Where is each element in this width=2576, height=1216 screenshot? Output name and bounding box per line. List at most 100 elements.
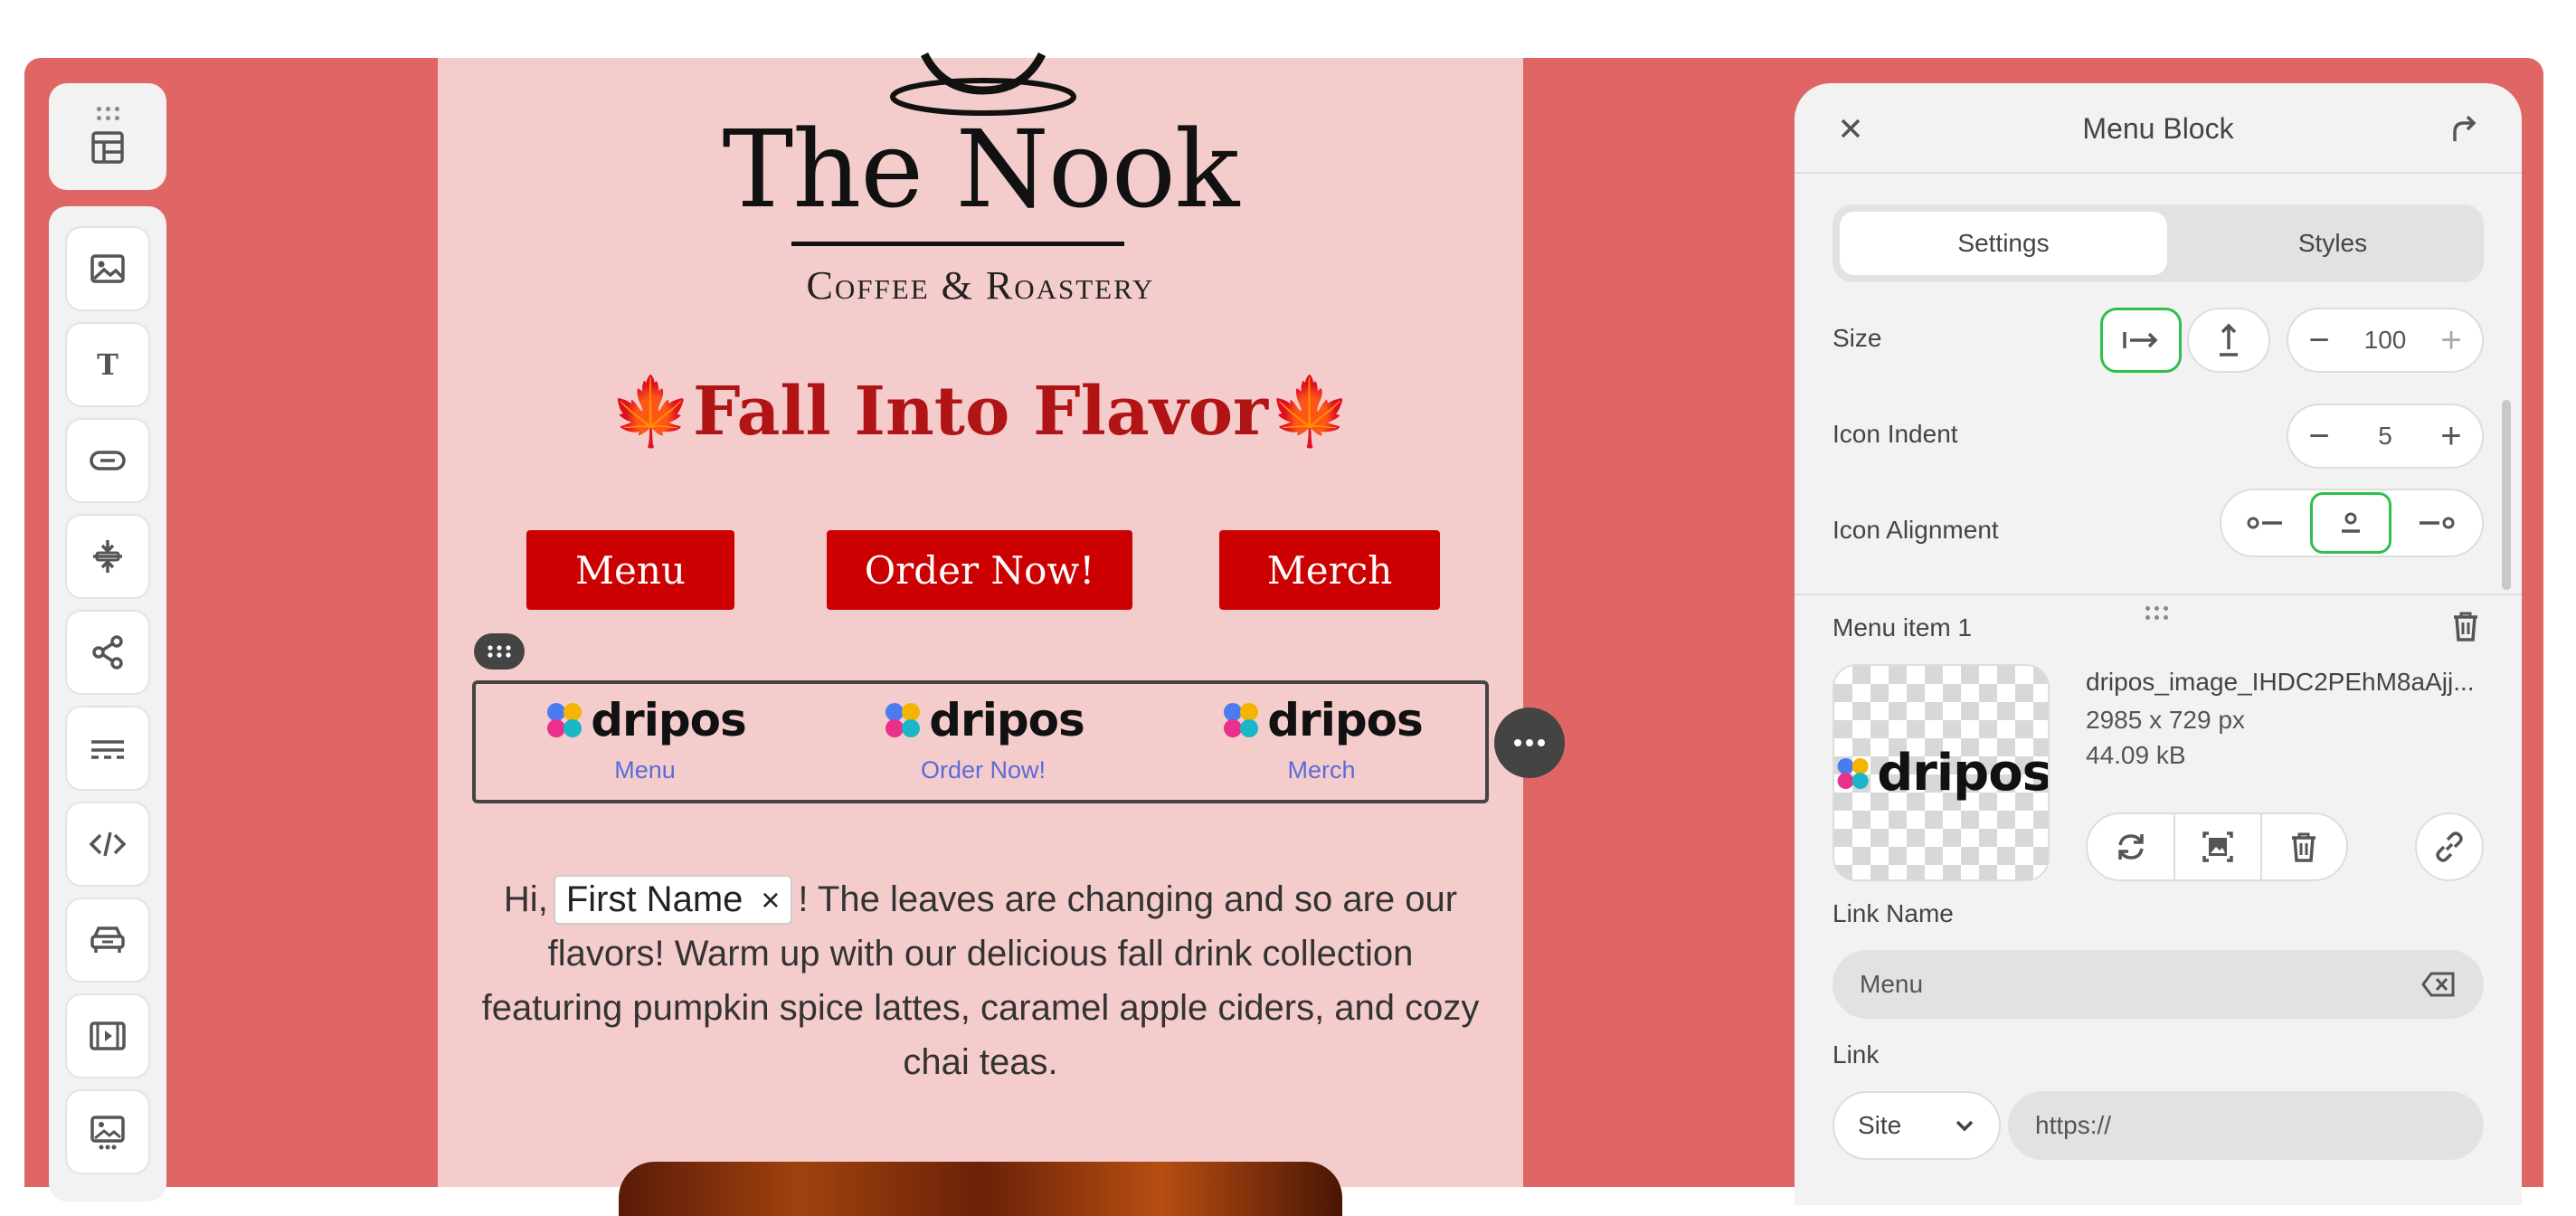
size-height-button[interactable] bbox=[2187, 308, 2270, 373]
button-block-button[interactable] bbox=[65, 418, 150, 503]
icon-alignment-group bbox=[2220, 489, 2484, 557]
fit-height-icon bbox=[2220, 323, 2238, 356]
dripos-logo: dripos bbox=[1834, 744, 2050, 803]
logo-wordmark: dripos bbox=[591, 694, 746, 746]
panel-header: Menu Block bbox=[1795, 83, 2522, 174]
share-icon bbox=[92, 635, 123, 670]
brand-subtitle: Coffee & Roastery bbox=[806, 263, 1155, 308]
gallery-block-button[interactable] bbox=[65, 1089, 150, 1174]
delivery-block-button[interactable] bbox=[65, 898, 150, 983]
size-value[interactable]: 100 bbox=[2364, 326, 2407, 355]
grip-icon[interactable] bbox=[96, 106, 119, 120]
clear-input-icon[interactable] bbox=[2420, 970, 2457, 999]
delete-image-button[interactable] bbox=[2259, 814, 2346, 879]
block-drag-handle[interactable] bbox=[474, 633, 525, 670]
align-right-icon bbox=[2420, 517, 2455, 529]
align-center-button[interactable] bbox=[2310, 492, 2391, 554]
image-block-button[interactable] bbox=[65, 226, 150, 311]
dripos-flower-icon bbox=[1837, 757, 1869, 789]
menu-block[interactable]: dripos Menu dripos Order Now! dripos Mer… bbox=[472, 680, 1489, 803]
size-width-button[interactable] bbox=[2100, 308, 2182, 373]
fit-width-icon bbox=[2123, 332, 2158, 348]
greeting-text: Hi, bbox=[503, 879, 548, 919]
block-toolbar: T bbox=[49, 206, 166, 1202]
code-block-button[interactable] bbox=[65, 802, 150, 887]
menu-item-label[interactable]: Order Now! bbox=[814, 756, 1152, 784]
trash-icon bbox=[2292, 832, 2316, 862]
code-icon bbox=[89, 831, 127, 857]
minus-icon[interactable]: − bbox=[2305, 418, 2334, 454]
divider-block-button[interactable] bbox=[65, 706, 150, 791]
merge-tag-label: First Name bbox=[565, 879, 743, 919]
menu-block-item[interactable]: dripos Order Now! bbox=[814, 691, 1152, 796]
link-type-value: Site bbox=[1858, 1111, 1902, 1139]
link-url-placeholder[interactable]: https:// bbox=[2035, 1111, 2111, 1140]
plus-icon[interactable]: + bbox=[2437, 322, 2466, 358]
minus-icon[interactable]: − bbox=[2305, 322, 2334, 358]
link-icon bbox=[2436, 831, 2463, 862]
order-now-cta-button[interactable]: Order Now! bbox=[827, 530, 1132, 610]
menu-cta-button[interactable]: Menu bbox=[526, 530, 734, 610]
text-block-button[interactable]: T bbox=[65, 322, 150, 407]
align-center-icon bbox=[2342, 512, 2360, 533]
email-paragraph[interactable]: Hi, First Name ×! The leaves are changing … bbox=[478, 872, 1483, 1089]
plus-icon[interactable]: + bbox=[2437, 418, 2466, 454]
panel-scrollbar[interactable] bbox=[2502, 400, 2511, 590]
align-left-icon bbox=[2247, 517, 2282, 529]
merge-tag-remove-icon[interactable]: × bbox=[761, 881, 780, 918]
tab-settings[interactable]: Settings bbox=[1840, 212, 2167, 275]
link-type-select[interactable]: Site bbox=[1833, 1091, 2001, 1160]
dripos-flower-icon bbox=[547, 703, 582, 737]
dripos-flower-icon bbox=[1224, 703, 1259, 737]
icon-indent-value[interactable]: 5 bbox=[2378, 422, 2392, 451]
image-edit-icon bbox=[2202, 831, 2233, 862]
panel-title: Menu Block bbox=[2082, 112, 2234, 145]
more-dots-icon bbox=[1514, 739, 1545, 746]
image-file-name: dripos_image_IHDC2PEhM8aAjj... bbox=[2086, 668, 2475, 696]
trash-icon[interactable] bbox=[2448, 608, 2484, 644]
spacer-block-button[interactable] bbox=[65, 514, 150, 599]
icon-indent-stepper[interactable]: − 5 + bbox=[2287, 404, 2484, 469]
block-settings-panel: Menu Block Settings Styles Size − 100 + … bbox=[1795, 83, 2522, 1205]
align-left-button[interactable] bbox=[2225, 492, 2306, 554]
image-file-size: 44.09 kB bbox=[2086, 741, 2186, 769]
grip-icon[interactable] bbox=[2145, 606, 2168, 620]
video-icon bbox=[90, 1021, 126, 1050]
crop-image-button[interactable] bbox=[2174, 814, 2259, 879]
menu-item-label[interactable]: Merch bbox=[1152, 756, 1491, 784]
menu-item-label[interactable]: Menu bbox=[476, 756, 814, 784]
link-label: Link bbox=[1833, 1040, 1880, 1069]
align-right-button[interactable] bbox=[2395, 492, 2477, 554]
icon-indent-label: Icon Indent bbox=[1833, 420, 1958, 448]
layout-icon[interactable] bbox=[88, 128, 128, 167]
social-block-button[interactable] bbox=[65, 610, 150, 695]
export-icon[interactable] bbox=[2446, 110, 2482, 147]
chevron-down-icon bbox=[1956, 1120, 1974, 1132]
size-stepper[interactable]: − 100 + bbox=[2287, 308, 2484, 373]
menu-item-image-thumbnail[interactable]: dripos bbox=[1833, 664, 2050, 881]
video-block-button[interactable] bbox=[65, 993, 150, 1078]
link-name-value[interactable]: Menu bbox=[1860, 970, 1923, 999]
layout-toolbar-card[interactable] bbox=[49, 83, 166, 190]
block-more-button[interactable] bbox=[1494, 708, 1565, 778]
tab-styles[interactable]: Styles bbox=[2169, 212, 2496, 275]
spacer-icon bbox=[93, 540, 122, 573]
logo-wordmark: dripos bbox=[1267, 694, 1423, 746]
replace-image-button[interactable] bbox=[2088, 814, 2174, 879]
link-url-input[interactable]: https:// bbox=[2008, 1091, 2484, 1160]
brand-title: The Nook bbox=[722, 107, 1240, 232]
section-divider bbox=[1795, 594, 2522, 595]
link-button[interactable] bbox=[2415, 812, 2484, 881]
merch-cta-button[interactable]: Merch bbox=[1219, 530, 1440, 610]
panel-tabs: Settings Styles bbox=[1833, 204, 2484, 282]
icon-alignment-label: Icon Alignment bbox=[1833, 516, 1999, 544]
logo-wordmark: dripos bbox=[929, 694, 1084, 746]
logo-wordmark: dripos bbox=[1877, 744, 2050, 803]
button-icon bbox=[90, 451, 126, 470]
email-photo bbox=[619, 1162, 1342, 1216]
link-name-label: Link Name bbox=[1833, 899, 1954, 927]
menu-block-item[interactable]: dripos Menu bbox=[476, 691, 814, 796]
link-name-input[interactable]: Menu bbox=[1833, 950, 2484, 1019]
menu-block-item[interactable]: dripos Merch bbox=[1152, 691, 1491, 796]
first-name-merge-tag[interactable]: First Name × bbox=[553, 875, 793, 925]
